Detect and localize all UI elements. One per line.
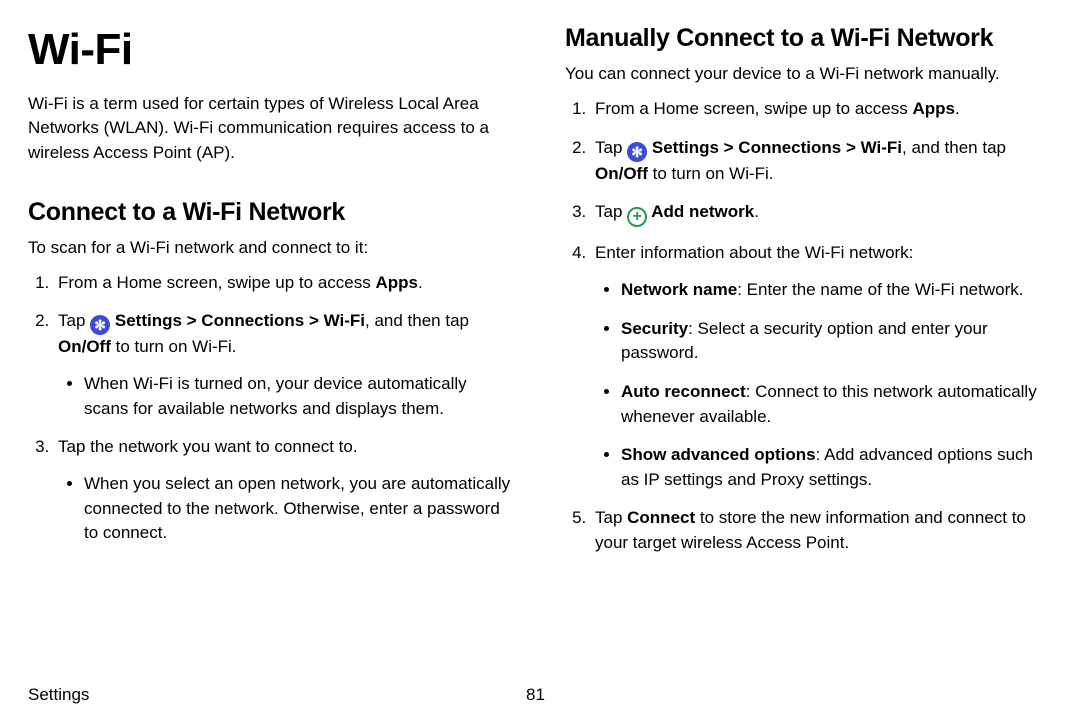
text: . — [955, 99, 960, 118]
list-item: Tap ✻ Settings > Connections > Wi-Fi, an… — [591, 136, 1052, 187]
footer-section: Settings — [28, 683, 89, 708]
list-item: When Wi-Fi is turned on, your device aut… — [84, 372, 515, 421]
text-bold: Connect — [627, 508, 695, 527]
list-item: Security: Select a security option and e… — [621, 317, 1052, 366]
text: Tap — [595, 202, 627, 221]
list-item: Tap the network you want to connect to. … — [54, 435, 515, 546]
list-item: Network name: Enter the name of the Wi-F… — [621, 278, 1052, 303]
text: . — [754, 202, 759, 221]
page-number: 81 — [526, 683, 545, 708]
list-item: Auto reconnect: Connect to this network … — [621, 380, 1052, 429]
text-bold: Security — [621, 319, 688, 338]
text: Tap the network you want to connect to. — [58, 437, 358, 456]
list-item: From a Home screen, swipe up to access A… — [54, 271, 515, 296]
text: : Enter the name of the Wi-Fi network. — [737, 280, 1023, 299]
list-item: Tap Connect to store the new information… — [591, 506, 1052, 555]
text: Tap — [595, 138, 627, 157]
text-bold: Apps — [375, 273, 418, 292]
add-icon: + — [627, 207, 647, 227]
text-bold: Add network — [647, 202, 754, 221]
text: Enter information about the Wi-Fi networ… — [595, 243, 913, 262]
connect-heading: Connect to a Wi-Fi Network — [28, 194, 515, 230]
connect-steps: From a Home screen, swipe up to access A… — [28, 271, 515, 546]
text: to turn on Wi-Fi. — [111, 337, 237, 356]
text: , and then tap — [902, 138, 1006, 157]
text-bold: Network name — [621, 280, 737, 299]
text: Tap — [595, 508, 627, 527]
text-bold: Show advanced options — [621, 445, 816, 464]
connect-lead: To scan for a Wi-Fi network and connect … — [28, 236, 515, 261]
settings-icon: ✻ — [90, 315, 110, 335]
manual-steps: From a Home screen, swipe up to access A… — [565, 97, 1052, 556]
text: Tap — [58, 311, 90, 330]
text: , and then tap — [365, 311, 469, 330]
text-bold: Settings > Connections > Wi-Fi — [110, 311, 365, 330]
list-item: When you select an open network, you are… — [84, 472, 515, 546]
text-bold: Settings > Connections > Wi-Fi — [647, 138, 902, 157]
text-bold: Auto reconnect — [621, 382, 746, 401]
settings-icon: ✻ — [627, 142, 647, 162]
manual-heading: Manually Connect to a Wi-Fi Network — [565, 20, 1052, 56]
text-bold: Apps — [912, 99, 955, 118]
list-item: Tap + Add network. — [591, 200, 1052, 227]
list-item: Show advanced options: Add advanced opti… — [621, 443, 1052, 492]
list-item: Tap ✻ Settings > Connections > Wi-Fi, an… — [54, 309, 515, 421]
intro-paragraph: Wi-Fi is a term used for certain types o… — [28, 92, 515, 166]
text: . — [418, 273, 423, 292]
text-bold: On/Off — [595, 164, 648, 183]
list-item: From a Home screen, swipe up to access A… — [591, 97, 1052, 122]
text: to turn on Wi-Fi. — [648, 164, 774, 183]
manual-lead: You can connect your device to a Wi-Fi n… — [565, 62, 1052, 87]
text-bold: On/Off — [58, 337, 111, 356]
page-title: Wi-Fi — [28, 18, 515, 82]
text: From a Home screen, swipe up to access — [595, 99, 912, 118]
list-item: Enter information about the Wi-Fi networ… — [591, 241, 1052, 492]
text: From a Home screen, swipe up to access — [58, 273, 375, 292]
